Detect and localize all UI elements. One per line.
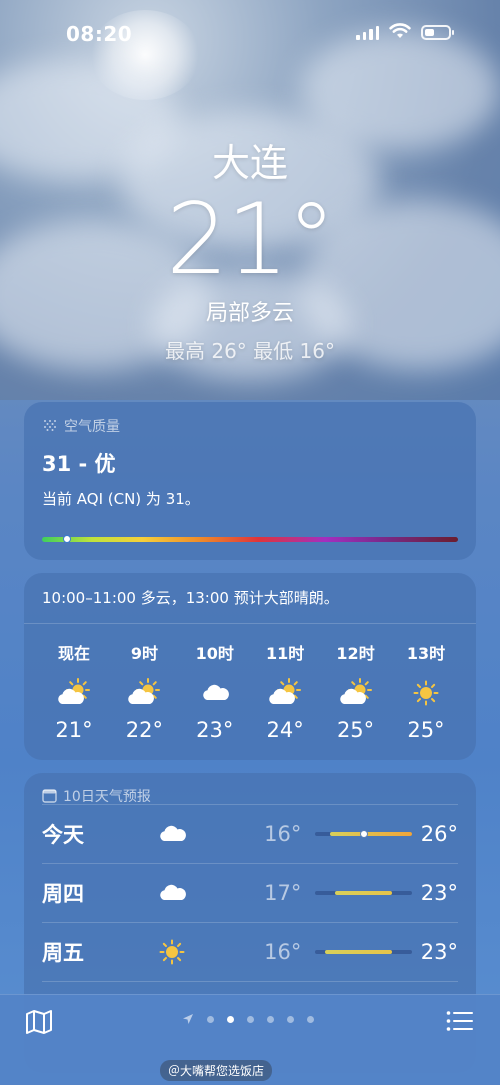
day-name: 周五	[42, 941, 84, 965]
day-low-temperature: 16°	[264, 822, 302, 846]
hour-item: 13时 25°	[396, 640, 456, 742]
day-high-temperature: 23°	[420, 881, 458, 905]
day-low-temperature: 16°	[264, 940, 302, 964]
air-quality-card[interactable]: 空气质量 31 - 优 当前 AQI (CN) 为 31。	[24, 402, 476, 560]
hourly-forecast-card[interactable]: 10:00–11:00 多云，13:00 预计大部晴朗。 现在 21° 9时 22…	[24, 573, 476, 760]
hour-item: 10时 23°	[185, 640, 245, 742]
temperature-range-bar	[329, 832, 412, 836]
hour-item: 12时 25°	[326, 640, 386, 742]
day-high-temperature: 23°	[420, 940, 458, 964]
day-row[interactable]: 周四 17° 23°	[42, 864, 458, 923]
wifi-icon	[389, 23, 411, 38]
cloud-icon	[185, 676, 245, 710]
hour-label: 11时	[266, 644, 305, 663]
sun-icon	[148, 937, 196, 967]
temperature-range-bar	[324, 950, 393, 954]
air-quality-icon	[44, 420, 56, 431]
page-dot[interactable]	[207, 1015, 214, 1023]
calendar-icon	[42, 789, 57, 803]
battery-icon	[421, 25, 454, 40]
hour-temperature: 25°	[407, 718, 445, 742]
hour-label: 13时	[406, 644, 446, 663]
status-time: 08:20	[66, 22, 133, 46]
aqi-scale-bar	[42, 534, 458, 543]
day-name: 今天	[42, 823, 84, 847]
page-dot[interactable]	[287, 1015, 294, 1023]
cellular-signal-icon	[356, 26, 379, 40]
cloud-icon	[148, 878, 196, 908]
partly-sunny-icon	[326, 676, 386, 710]
map-icon[interactable]	[25, 1009, 53, 1035]
hourly-summary: 10:00–11:00 多云，13:00 预计大部晴朗。	[24, 573, 476, 624]
hour-label: 9时	[130, 644, 158, 663]
high-low-temperature: 最高 26° 最低 16°	[165, 339, 335, 363]
temperature-range-track	[315, 950, 412, 954]
page-dot[interactable]	[227, 1015, 234, 1023]
current-temperature: 21°	[166, 183, 336, 297]
page-dot[interactable]	[267, 1015, 274, 1023]
hour-temperature: 22°	[125, 718, 163, 742]
partly-sunny-icon	[255, 676, 315, 710]
partly-sunny-icon	[114, 676, 174, 710]
weather-condition: 局部多云	[205, 301, 294, 326]
aqi-indicator	[62, 534, 71, 543]
temperature-range-track	[315, 891, 412, 895]
watermark: ＠大嘴帮您选饭店	[160, 1060, 273, 1081]
daily-list: 今天 16° 26° 周四 17° 23° 周五 16° 23°	[42, 805, 458, 982]
current-temperature-marker	[359, 830, 368, 838]
hour-temperature: 25°	[336, 718, 375, 742]
day-row[interactable]: 今天 16° 26°	[42, 805, 458, 864]
hourly-list: 现在 21° 9时 22° 10时 23° 11时 24° 12时 25° 13时 25°	[24, 624, 476, 742]
hour-label: 现在	[57, 644, 90, 663]
day-low-temperature: 17°	[264, 881, 302, 905]
day-high-temperature: 26°	[420, 822, 458, 846]
temperature-range-bar	[334, 891, 393, 895]
city-list-icon[interactable]	[446, 1010, 474, 1032]
hour-label: 10时	[195, 644, 234, 663]
hour-temperature: 21°	[55, 718, 93, 742]
hour-temperature: 24°	[266, 718, 304, 742]
day-row[interactable]: 周五 16° 23°	[42, 923, 458, 982]
hour-item: 11时 24°	[255, 640, 315, 742]
cloud-icon	[148, 819, 196, 849]
page-dot[interactable]	[307, 1015, 314, 1023]
hour-label: 12时	[336, 644, 375, 663]
page-indicator[interactable]	[182, 1013, 314, 1025]
day-name: 周四	[42, 882, 84, 906]
daily-forecast-header: 10日天气预报	[63, 788, 151, 805]
temperature-range-track	[315, 830, 412, 838]
hour-item: 现在 21°	[44, 640, 104, 742]
status-bar: 08:20	[0, 0, 500, 66]
hour-item: 9时 22°	[114, 640, 174, 742]
sun-icon	[396, 676, 456, 710]
city-name: 大连	[211, 141, 288, 185]
aqi-description: 当前 AQI (CN) 为 31。	[42, 490, 200, 508]
hour-temperature: 23°	[196, 718, 234, 742]
air-quality-header: 空气质量	[64, 419, 120, 435]
current-weather: 大连 21° 局部多云 最高 26° 最低 16°	[0, 132, 500, 364]
page-dot[interactable]	[247, 1015, 254, 1023]
location-arrow-icon	[183, 1014, 193, 1024]
aqi-value: 31 - 优	[42, 452, 116, 476]
partly-sunny-icon	[44, 676, 104, 710]
